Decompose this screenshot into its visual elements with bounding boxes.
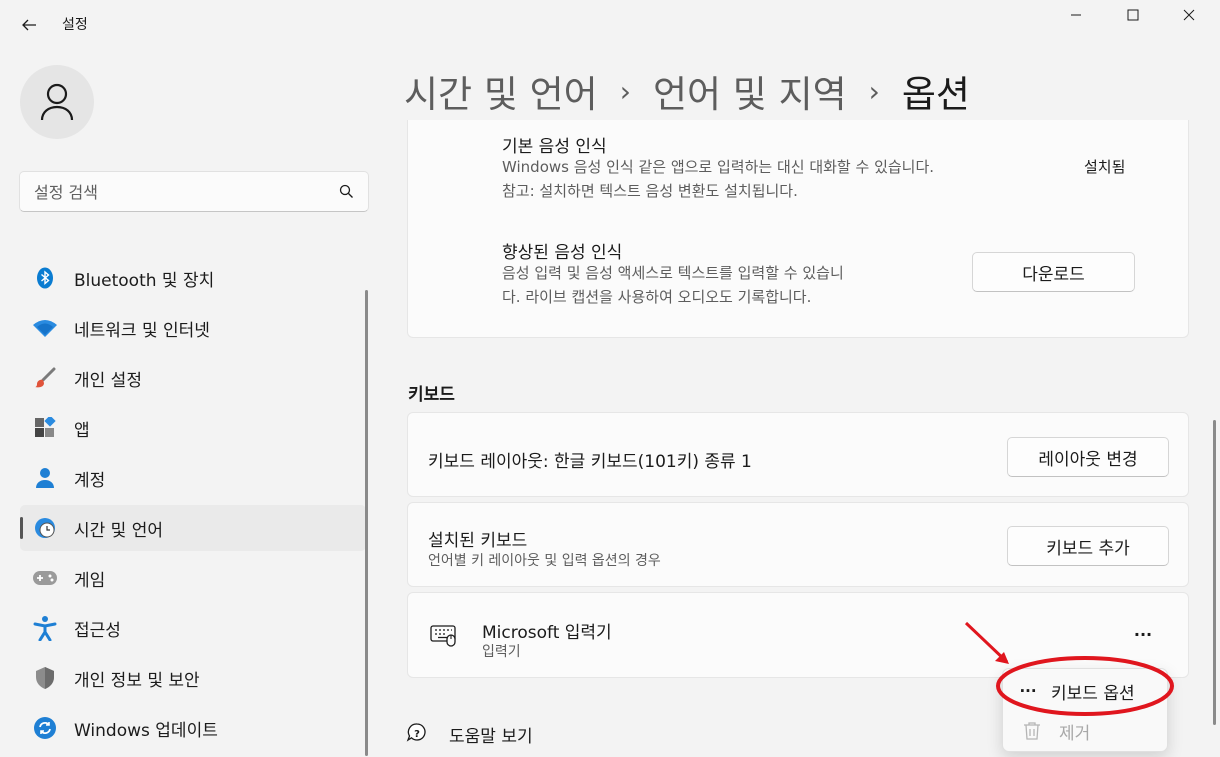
account-icon — [32, 465, 58, 491]
close-icon — [1183, 9, 1195, 21]
nav-item-accounts[interactable]: 계정 — [20, 455, 366, 501]
wifi-icon — [32, 315, 58, 341]
enhanced-speech-title: 향상된 음성 인식 — [502, 243, 623, 263]
add-keyboard-button[interactable]: 키보드 추가 — [1007, 526, 1169, 566]
keyboard-layout-label: 키보드 레이아웃: 한글 키보드(101키) 종류 1 — [428, 452, 752, 472]
search-icon — [339, 184, 353, 198]
nav-label-accessibility: 접근성 — [74, 620, 121, 641]
page-title: 옵션 — [901, 73, 970, 116]
breadcrumb-language-region[interactable]: 언어 및 지역 — [653, 64, 847, 118]
ime-subtitle: 입력기 — [482, 644, 521, 660]
download-button[interactable]: 다운로드 — [972, 252, 1135, 292]
back-button[interactable] — [14, 10, 44, 40]
nav-label-gaming: 게임 — [74, 570, 106, 591]
apps-icon — [32, 415, 58, 441]
keyboard-section-title: 키보드 — [408, 385, 455, 405]
nav-label-bluetooth: Bluetooth 및 장치 — [74, 270, 215, 291]
keyboard-layout-card: 키보드 레이아웃: 한글 키보드(101키) 종류 1 레이아웃 변경 — [407, 412, 1189, 497]
svg-text:?: ? — [414, 729, 420, 740]
nav-scrollbar[interactable] — [365, 290, 368, 756]
keyboard-icon — [430, 625, 458, 651]
arrow-left-icon — [22, 19, 36, 31]
nav-item-network[interactable]: 네트워크 및 인터넷 — [20, 305, 366, 351]
avatar[interactable] — [20, 65, 94, 139]
nav-item-gaming[interactable]: 게임 — [20, 555, 366, 601]
nav-label-personalization: 개인 설정 — [74, 370, 142, 391]
maximize-button[interactable] — [1107, 0, 1159, 30]
globe-clock-icon — [32, 515, 58, 541]
brush-icon — [32, 365, 58, 391]
red-arrow-icon — [964, 621, 1009, 664]
app-title: 설정 — [62, 17, 88, 33]
breadcrumb: 시간 및 언어 › 언어 및 지역 › 옵션 — [404, 64, 970, 118]
ime-title: Microsoft 입력기 — [482, 623, 612, 643]
nav-item-personalization[interactable]: 개인 설정 — [20, 355, 366, 401]
nav-item-bluetooth[interactable]: Bluetooth 및 장치 — [20, 255, 366, 301]
close-button[interactable] — [1163, 0, 1215, 30]
nav-label-privacy: 개인 정보 및 보안 — [74, 670, 200, 691]
enhanced-speech-desc-1: 음성 입력 및 음성 액세스로 텍스트를 입력할 수 있습니 — [502, 264, 844, 282]
update-icon — [32, 715, 58, 741]
search-input[interactable] — [34, 180, 334, 204]
minimize-icon — [1071, 14, 1081, 16]
nav-item-apps[interactable]: 앱 — [20, 405, 366, 451]
basic-speech-desc-2: 참고: 설치하면 텍스트 음성 변환도 설치됩니다. — [502, 182, 798, 200]
breadcrumb-separator: › — [619, 74, 631, 108]
highlight-annotation — [964, 621, 1174, 716]
maximize-icon — [1127, 9, 1139, 21]
basic-speech-title: 기본 음성 인식 — [502, 137, 607, 157]
installed-keyboards-card: 설치된 키보드 언어별 키 레이아웃 및 입력 옵션의 경우 키보드 추가 — [407, 502, 1189, 587]
nav-label-time-language: 시간 및 언어 — [74, 520, 164, 541]
nav-label-windows-update: Windows 업데이트 — [74, 720, 218, 741]
gamepad-icon — [32, 565, 58, 591]
accessibility-icon — [32, 615, 58, 641]
red-circle-annotation — [996, 656, 1174, 716]
nav-item-windows-update[interactable]: Windows 업데이트 — [20, 705, 366, 751]
help-icon: ? — [406, 722, 428, 748]
nav-label-network: 네트워크 및 인터넷 — [74, 320, 210, 341]
speech-card: 기본 음성 인식 Windows 음성 인식 같은 앱으로 입력하는 대신 대화… — [407, 120, 1189, 338]
change-layout-button[interactable]: 레이아웃 변경 — [1007, 437, 1169, 477]
help-link[interactable]: 도움말 보기 — [449, 722, 533, 747]
breadcrumb-time-language[interactable]: 시간 및 언어 — [404, 64, 598, 118]
basic-speech-status: 설치됨 — [1084, 158, 1126, 176]
basic-speech-desc-1: Windows 음성 인식 같은 앱으로 입력하는 대신 대화할 수 있습니다. — [502, 158, 935, 176]
bluetooth-icon — [32, 265, 58, 291]
nav-item-accessibility[interactable]: 접근성 — [20, 605, 366, 651]
installed-keyboards-title: 설치된 키보드 — [428, 531, 528, 551]
breadcrumb-separator: › — [868, 74, 880, 108]
nav-label-apps: 앱 — [74, 420, 90, 441]
nav-label-accounts: 계정 — [74, 470, 106, 491]
title-bar: 설정 — [0, 0, 1220, 42]
enhanced-speech-desc-2: 다. 라이브 캡션을 사용하여 오디오도 기록합니다. — [502, 288, 812, 306]
user-icon — [40, 83, 74, 121]
content-scrollbar[interactable] — [1213, 420, 1216, 725]
minimize-button[interactable] — [1050, 0, 1102, 30]
nav-item-time-language[interactable]: 시간 및 언어 — [20, 505, 366, 551]
active-indicator — [20, 517, 23, 539]
nav-item-privacy[interactable]: 개인 정보 및 보안 — [20, 655, 366, 701]
settings-search[interactable] — [19, 171, 369, 212]
shield-icon — [32, 665, 58, 691]
installed-keyboards-subtitle: 언어별 키 레이아웃 및 입력 옵션의 경우 — [428, 553, 661, 569]
